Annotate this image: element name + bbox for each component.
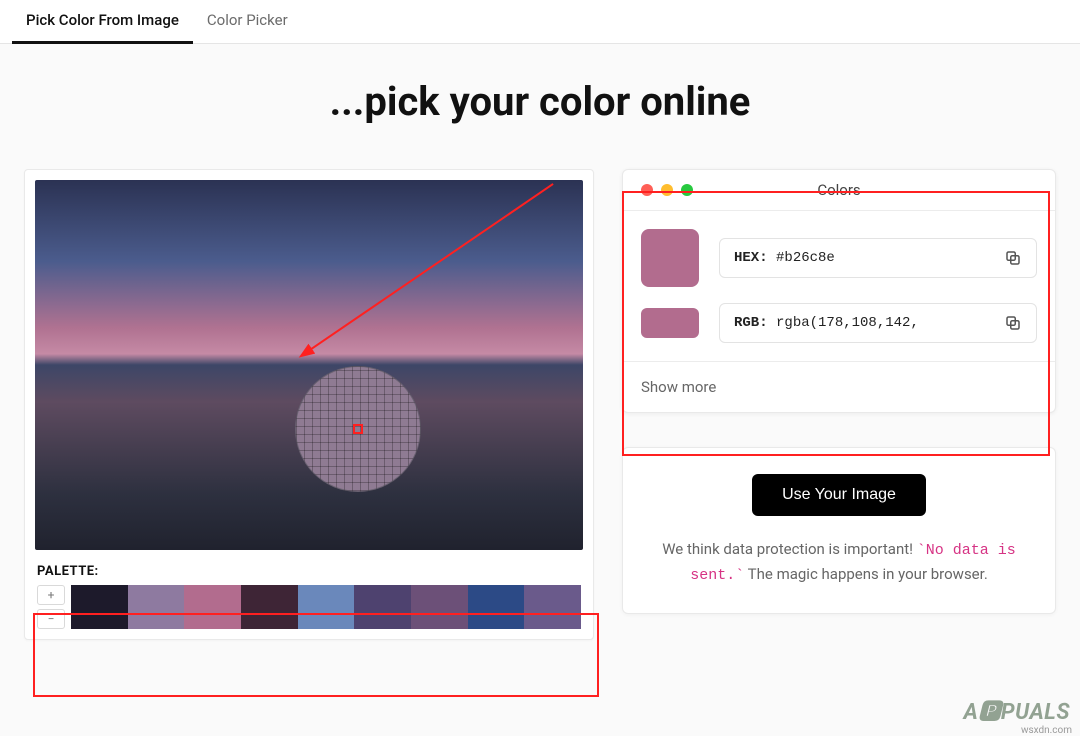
picked-color-swatch-small: [641, 308, 699, 338]
hex-label: HEX:: [734, 250, 768, 266]
rgb-value: rgba(178,108,142,: [776, 315, 919, 331]
rgb-label: RGB:: [734, 315, 768, 331]
palette-swatches: [71, 585, 581, 629]
palette-swatch[interactable]: [128, 585, 185, 629]
rgb-value-box: RGB: rgba(178,108,142,: [719, 303, 1037, 343]
top-tabs: Pick Color From Image Color Picker: [0, 0, 1080, 44]
cta-card: Use Your Image We think data protection …: [622, 447, 1056, 614]
tab-pick-from-image[interactable]: Pick Color From Image: [12, 0, 193, 44]
palette-remove-button[interactable]: −: [37, 609, 65, 629]
palette-swatch[interactable]: [468, 585, 525, 629]
source-image[interactable]: [35, 180, 583, 550]
show-more-button[interactable]: Show more: [623, 361, 1055, 412]
palette-swatch[interactable]: [241, 585, 298, 629]
hex-value-box: HEX: #b26c8e: [719, 238, 1037, 278]
cta-description: We think data protection is important! `…: [647, 538, 1031, 587]
picked-color-swatch: [641, 229, 699, 287]
palette-swatch[interactable]: [411, 585, 468, 629]
attribution-text: wsxdn.com: [1021, 725, 1072, 736]
magnifier-loupe[interactable]: [295, 366, 421, 492]
palette-swatch[interactable]: [71, 585, 128, 629]
palette-section: PALETTE: + −: [35, 560, 583, 629]
palette-label: PALETTE:: [37, 564, 581, 579]
image-picker-card: PALETTE: + −: [24, 169, 594, 640]
watermark-logo: A🅿PUALS: [964, 694, 1070, 726]
tab-color-picker[interactable]: Color Picker: [193, 0, 302, 44]
palette-swatch[interactable]: [298, 585, 355, 629]
page-title: ...pick your color online: [0, 78, 1080, 125]
palette-swatch[interactable]: [184, 585, 241, 629]
palette-add-button[interactable]: +: [37, 585, 65, 605]
copy-icon[interactable]: [1004, 314, 1022, 332]
palette-swatch[interactable]: [524, 585, 581, 629]
copy-icon[interactable]: [1004, 249, 1022, 267]
annotation-arrow: [35, 180, 583, 549]
colors-panel-title: Colors: [623, 181, 1055, 199]
colors-panel: Colors HEX: #b26c8e: [622, 169, 1056, 413]
palette-swatch[interactable]: [354, 585, 411, 629]
hex-value: #b26c8e: [776, 250, 835, 266]
loupe-target-icon: [353, 424, 363, 434]
use-your-image-button[interactable]: Use Your Image: [752, 474, 926, 516]
